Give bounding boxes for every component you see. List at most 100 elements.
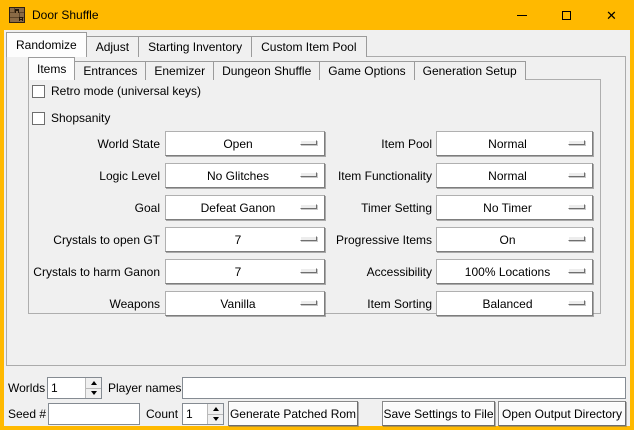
count-spinner	[182, 403, 224, 425]
tab-items[interactable]: Items	[28, 57, 75, 80]
close-button[interactable]: ✕	[589, 0, 634, 30]
count-input[interactable]	[183, 404, 207, 424]
option-row: Logic Level No Glitches Item Functionali…	[4, 163, 630, 189]
arrow-up-icon	[91, 381, 97, 385]
tab-entrances[interactable]: Entrances	[74, 61, 146, 80]
dropdown-value: Open	[223, 137, 266, 151]
tab-enemizer[interactable]: Enemizer	[145, 61, 214, 80]
dropdown-value: On	[499, 233, 529, 247]
item-sorting-dropdown[interactable]: Balanced	[436, 291, 593, 316]
tab-label: Items	[37, 62, 66, 76]
dropdown-value: Normal	[488, 137, 541, 151]
retro-mode-label: Retro mode (universal keys)	[51, 84, 201, 98]
tab-label: Custom Item Pool	[261, 40, 356, 54]
dropdown-value: Defeat Ganon	[201, 201, 290, 215]
dropdown-value: Balanced	[482, 297, 546, 311]
worlds-spin-arrows	[85, 378, 101, 398]
seed-label: Seed #	[8, 403, 46, 425]
spin-down-button[interactable]	[208, 415, 223, 425]
option-row: Crystals to open GT 7 Progressive Items …	[4, 227, 630, 253]
maximize-icon	[562, 11, 571, 20]
dropdown-indicator-icon	[568, 204, 585, 209]
retro-mode-checkbox-row: Retro mode (universal keys)	[32, 84, 201, 98]
dropdown-indicator-icon	[568, 140, 585, 145]
dropdown-value: No Timer	[483, 201, 546, 215]
dropdown-value: No Glitches	[207, 169, 283, 183]
spin-up-button[interactable]	[86, 378, 101, 389]
arrow-up-icon	[213, 407, 219, 411]
dropdown-indicator-icon	[568, 172, 585, 177]
window-content: Randomize Adjust Starting Inventory Cust…	[4, 30, 630, 426]
option-row: World State Open Item Pool Normal	[4, 131, 630, 157]
tab-label: Adjust	[96, 40, 129, 54]
dropdown-value: 100% Locations	[465, 265, 564, 279]
option-row: Weapons Vanilla Item Sorting Balanced	[4, 291, 630, 317]
maximize-button[interactable]	[544, 0, 589, 30]
minimize-icon	[517, 15, 527, 16]
worlds-label: Worlds	[8, 377, 45, 399]
count-spin-arrows	[207, 404, 223, 424]
tab-custom-item-pool[interactable]: Custom Item Pool	[251, 36, 366, 57]
tab-dungeon-shuffle[interactable]: Dungeon Shuffle	[213, 61, 320, 80]
dropdown-indicator-icon	[568, 268, 585, 273]
sub-tabbar: Items Entrances Enemizer Dungeon Shuffle…	[28, 58, 525, 80]
button-label: Generate Patched Rom	[230, 407, 356, 421]
goal-label: Goal	[4, 195, 160, 221]
minimize-button[interactable]	[499, 0, 544, 30]
progressive-items-label: Progressive Items	[282, 227, 432, 253]
timer-setting-label: Timer Setting	[282, 195, 432, 221]
tab-label: Enemizer	[154, 64, 205, 78]
option-row: Goal Defeat Ganon Timer Setting No Timer	[4, 195, 630, 221]
weapons-label: Weapons	[4, 291, 160, 317]
main-tabbar: Randomize Adjust Starting Inventory Cust…	[6, 33, 366, 57]
open-output-directory-button[interactable]: Open Output Directory	[498, 401, 626, 426]
tab-label: Starting Inventory	[148, 40, 242, 54]
timer-setting-dropdown[interactable]: No Timer	[436, 195, 593, 220]
tab-label: Generation Setup	[423, 64, 517, 78]
tab-game-options[interactable]: Game Options	[319, 61, 414, 80]
close-icon: ✕	[606, 9, 617, 22]
dropdown-indicator-icon	[568, 300, 585, 305]
spin-down-button[interactable]	[86, 389, 101, 399]
progressive-items-dropdown[interactable]: On	[436, 227, 593, 252]
door-icon	[9, 7, 25, 23]
tab-starting-inventory[interactable]: Starting Inventory	[138, 36, 252, 57]
item-sorting-label: Item Sorting	[282, 291, 432, 317]
window-title: Door Shuffle	[32, 8, 99, 22]
world-state-label: World State	[4, 131, 160, 157]
dropdown-indicator-icon	[568, 236, 585, 241]
worlds-spinner	[47, 377, 102, 399]
retro-mode-checkbox[interactable]	[32, 85, 45, 98]
titlebar[interactable]: Door Shuffle ✕	[0, 0, 634, 30]
app-window: Door Shuffle ✕ Randomize Adjust Starting…	[0, 0, 634, 430]
tab-randomize[interactable]: Randomize	[6, 32, 87, 57]
accessibility-dropdown[interactable]: 100% Locations	[436, 259, 593, 284]
arrow-down-icon	[91, 391, 97, 395]
item-pool-dropdown[interactable]: Normal	[436, 131, 593, 156]
option-row: Crystals to harm Ganon 7 Accessibility 1…	[4, 259, 630, 285]
count-label: Count	[146, 403, 178, 425]
worlds-input[interactable]	[48, 378, 85, 398]
dropdown-value: 7	[235, 265, 256, 279]
item-pool-label: Item Pool	[282, 131, 432, 157]
shopsanity-checkbox[interactable]	[32, 112, 45, 125]
generate-patched-rom-button[interactable]: Generate Patched Rom	[228, 401, 358, 426]
crystals-harm-ganon-label: Crystals to harm Ganon	[4, 259, 160, 285]
tab-label: Entrances	[83, 64, 137, 78]
seed-input[interactable]	[48, 403, 140, 425]
save-settings-button[interactable]: Save Settings to File	[382, 401, 495, 426]
player-names-input[interactable]	[182, 377, 626, 399]
shopsanity-checkbox-row: Shopsanity	[32, 111, 110, 125]
tab-label: Dungeon Shuffle	[222, 64, 311, 78]
tab-label: Randomize	[16, 38, 77, 52]
spin-up-button[interactable]	[208, 404, 223, 415]
logic-level-label: Logic Level	[4, 163, 160, 189]
button-label: Save Settings to File	[383, 407, 493, 421]
dropdown-value: 7	[235, 233, 256, 247]
caption-buttons: ✕	[499, 0, 634, 30]
player-names-label: Player names	[108, 377, 181, 399]
tab-generation-setup[interactable]: Generation Setup	[414, 61, 526, 80]
item-functionality-dropdown[interactable]: Normal	[436, 163, 593, 188]
button-label: Open Output Directory	[502, 407, 622, 421]
tab-adjust[interactable]: Adjust	[86, 36, 139, 57]
